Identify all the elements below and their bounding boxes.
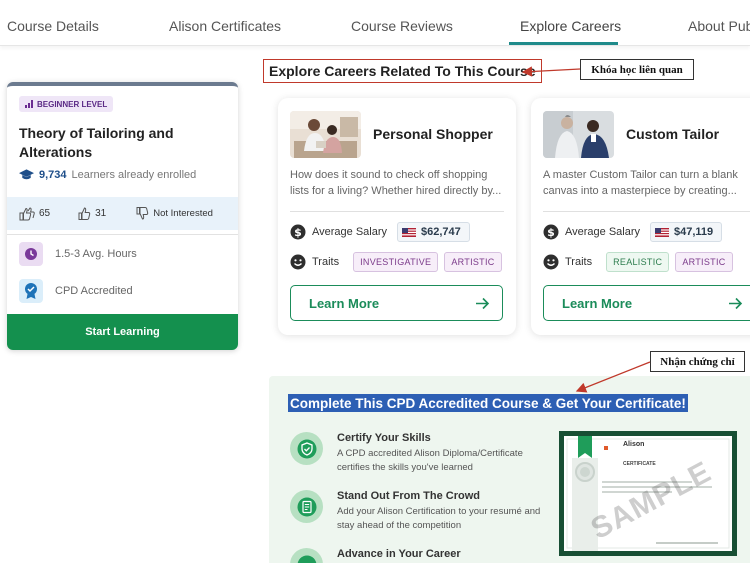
- active-tab-indicator: [509, 42, 618, 45]
- start-learning-button[interactable]: Start Learning: [7, 314, 238, 350]
- certificate-heading: Complete This CPD Accredited Course & Ge…: [288, 394, 688, 412]
- career-growth-icon: [290, 548, 323, 563]
- accreditation-row: CPD Accredited: [19, 279, 133, 303]
- accreditation-text: CPD Accredited: [55, 285, 133, 297]
- benefit-text: A CPD accredited Alison Diploma/Certific…: [337, 448, 523, 473]
- career-divider: [543, 211, 750, 212]
- benefit-certify-skills: Certify Your Skills A CPD accredited Ali…: [290, 432, 542, 475]
- shield-check-icon: [290, 432, 323, 465]
- thumbs-up-icon: [78, 207, 91, 220]
- learn-more-button[interactable]: Learn More: [543, 285, 750, 321]
- enrolled-count: 9,734 Learners already enrolled: [19, 169, 196, 181]
- dollar-icon: $: [290, 224, 306, 240]
- salary-amount: $62,747: [421, 226, 461, 238]
- salary-row: $ Average Salary $47,119: [543, 222, 723, 242]
- level-badge-label: BEGINNER LEVEL: [37, 99, 108, 109]
- traits-row: Traits INVESTIGATIVE ARTISTIC: [290, 252, 502, 272]
- career-title: Personal Shopper: [373, 126, 493, 142]
- traits-label: Traits: [565, 256, 593, 268]
- career-description: How does it sound to check off shopping …: [290, 169, 502, 197]
- personal-shopper-photo: [290, 111, 361, 158]
- career-title: Custom Tailor: [626, 126, 720, 142]
- resume-document-icon: [290, 490, 323, 523]
- arrow-right-icon: [729, 297, 743, 309]
- clock-icon: [19, 242, 43, 266]
- divider: [7, 234, 238, 235]
- tab-course-details[interactable]: Course Details: [7, 18, 99, 34]
- salary-value: $47,119: [650, 222, 723, 242]
- tab-explore-careers[interactable]: Explore Careers: [520, 18, 621, 34]
- not-interested-label: Not Interested: [153, 208, 213, 219]
- certificate-brand: Alison: [623, 441, 645, 448]
- certificate-annotation-note: Nhận chứng chỉ: [650, 351, 745, 372]
- trait-badge: ARTISTIC: [444, 252, 502, 272]
- level-badge: BEGINNER LEVEL: [19, 96, 114, 112]
- salary-label: Average Salary: [565, 226, 641, 238]
- benefit-text: Add your Alison Certification to your re…: [337, 506, 541, 531]
- benefit-title: Advance in Your Career: [337, 548, 461, 560]
- svg-text:$: $: [547, 226, 555, 239]
- like-count: 65: [39, 208, 51, 219]
- enrolled-number: 9,734: [39, 169, 67, 181]
- smiley-icon: [543, 254, 559, 270]
- career-card-personal-shopper: Personal Shopper How does it sound to ch…: [278, 98, 516, 335]
- benefit-title: Certify Your Skills: [337, 432, 431, 444]
- not-interested-button[interactable]: Not Interested: [136, 207, 213, 220]
- trait-badge: INVESTIGATIVE: [353, 252, 439, 272]
- trait-badge: ARTISTIC: [675, 252, 733, 272]
- benefit-stand-out: Stand Out From The Crowd Add your Alison…: [290, 490, 542, 533]
- tab-about-publisher[interactable]: About Publ: [688, 18, 750, 34]
- careers-heading: Explore Careers Related To This Course: [263, 59, 542, 83]
- salary-value: $62,747: [397, 222, 470, 242]
- course-tabs: Course Details Alison Certificates Cours…: [0, 0, 750, 46]
- tab-alison-certificates[interactable]: Alison Certificates: [169, 18, 281, 34]
- course-title: Theory of Tailoring and Alterations: [19, 125, 174, 160]
- traits-label: Traits: [312, 256, 340, 268]
- graduation-cap-icon: [19, 169, 34, 180]
- enrolled-label: Learners already enrolled: [71, 169, 197, 181]
- salary-label: Average Salary: [312, 226, 388, 238]
- learn-more-button[interactable]: Learn More: [290, 285, 503, 321]
- benefit-title: Stand Out From The Crowd: [337, 490, 480, 502]
- signal-bars-icon: [25, 100, 33, 108]
- learn-more-label: Learn More: [309, 295, 380, 311]
- avg-hours-row: 1.5-3 Avg. Hours: [19, 242, 137, 266]
- dollar-icon: $: [543, 224, 559, 240]
- benefit-advance-career: Advance in Your Career: [290, 548, 461, 563]
- avg-hours-text: 1.5-3 Avg. Hours: [55, 248, 137, 260]
- trait-badge: REALISTIC: [606, 252, 670, 272]
- career-card-custom-tailor: Custom Tailor A master Custom Tailor can…: [531, 98, 750, 335]
- smiley-icon: [290, 254, 306, 270]
- custom-tailor-photo: [543, 111, 614, 158]
- certificate-title: CERTIFICATE: [623, 461, 656, 467]
- salary-amount: $47,119: [674, 226, 714, 238]
- careers-annotation-note: Khóa học liên quan: [580, 59, 694, 80]
- arrow-right-icon: [476, 297, 490, 309]
- like-button[interactable]: 65: [19, 206, 51, 221]
- cpd-badge-icon: [19, 279, 43, 303]
- career-description: A master Custom Tailor can turn a blank …: [543, 169, 738, 197]
- career-divider: [290, 211, 504, 212]
- reaction-bar: 65 31 Not Interested: [7, 197, 238, 230]
- course-summary-card: BEGINNER LEVEL Theory of Tailoring and A…: [7, 82, 238, 350]
- certificate-sheet: Alison CERTIFICATE SAMPLE: [564, 436, 732, 551]
- thumbs-up-count: 31: [95, 208, 107, 219]
- learn-more-label: Learn More: [562, 295, 633, 311]
- traits-row: Traits REALISTIC ARTISTIC: [543, 252, 733, 272]
- thumbs-up-button[interactable]: 31: [78, 207, 106, 220]
- us-flag-icon: [402, 227, 417, 237]
- tab-course-reviews[interactable]: Course Reviews: [351, 18, 453, 34]
- sample-certificate: Alison CERTIFICATE SAMPLE: [559, 431, 737, 556]
- salary-row: $ Average Salary $62,747: [290, 222, 470, 242]
- thumbs-down-icon: [136, 207, 149, 220]
- double-thumbs-up-icon: [19, 206, 35, 220]
- svg-text:$: $: [294, 226, 302, 239]
- us-flag-icon: [655, 227, 670, 237]
